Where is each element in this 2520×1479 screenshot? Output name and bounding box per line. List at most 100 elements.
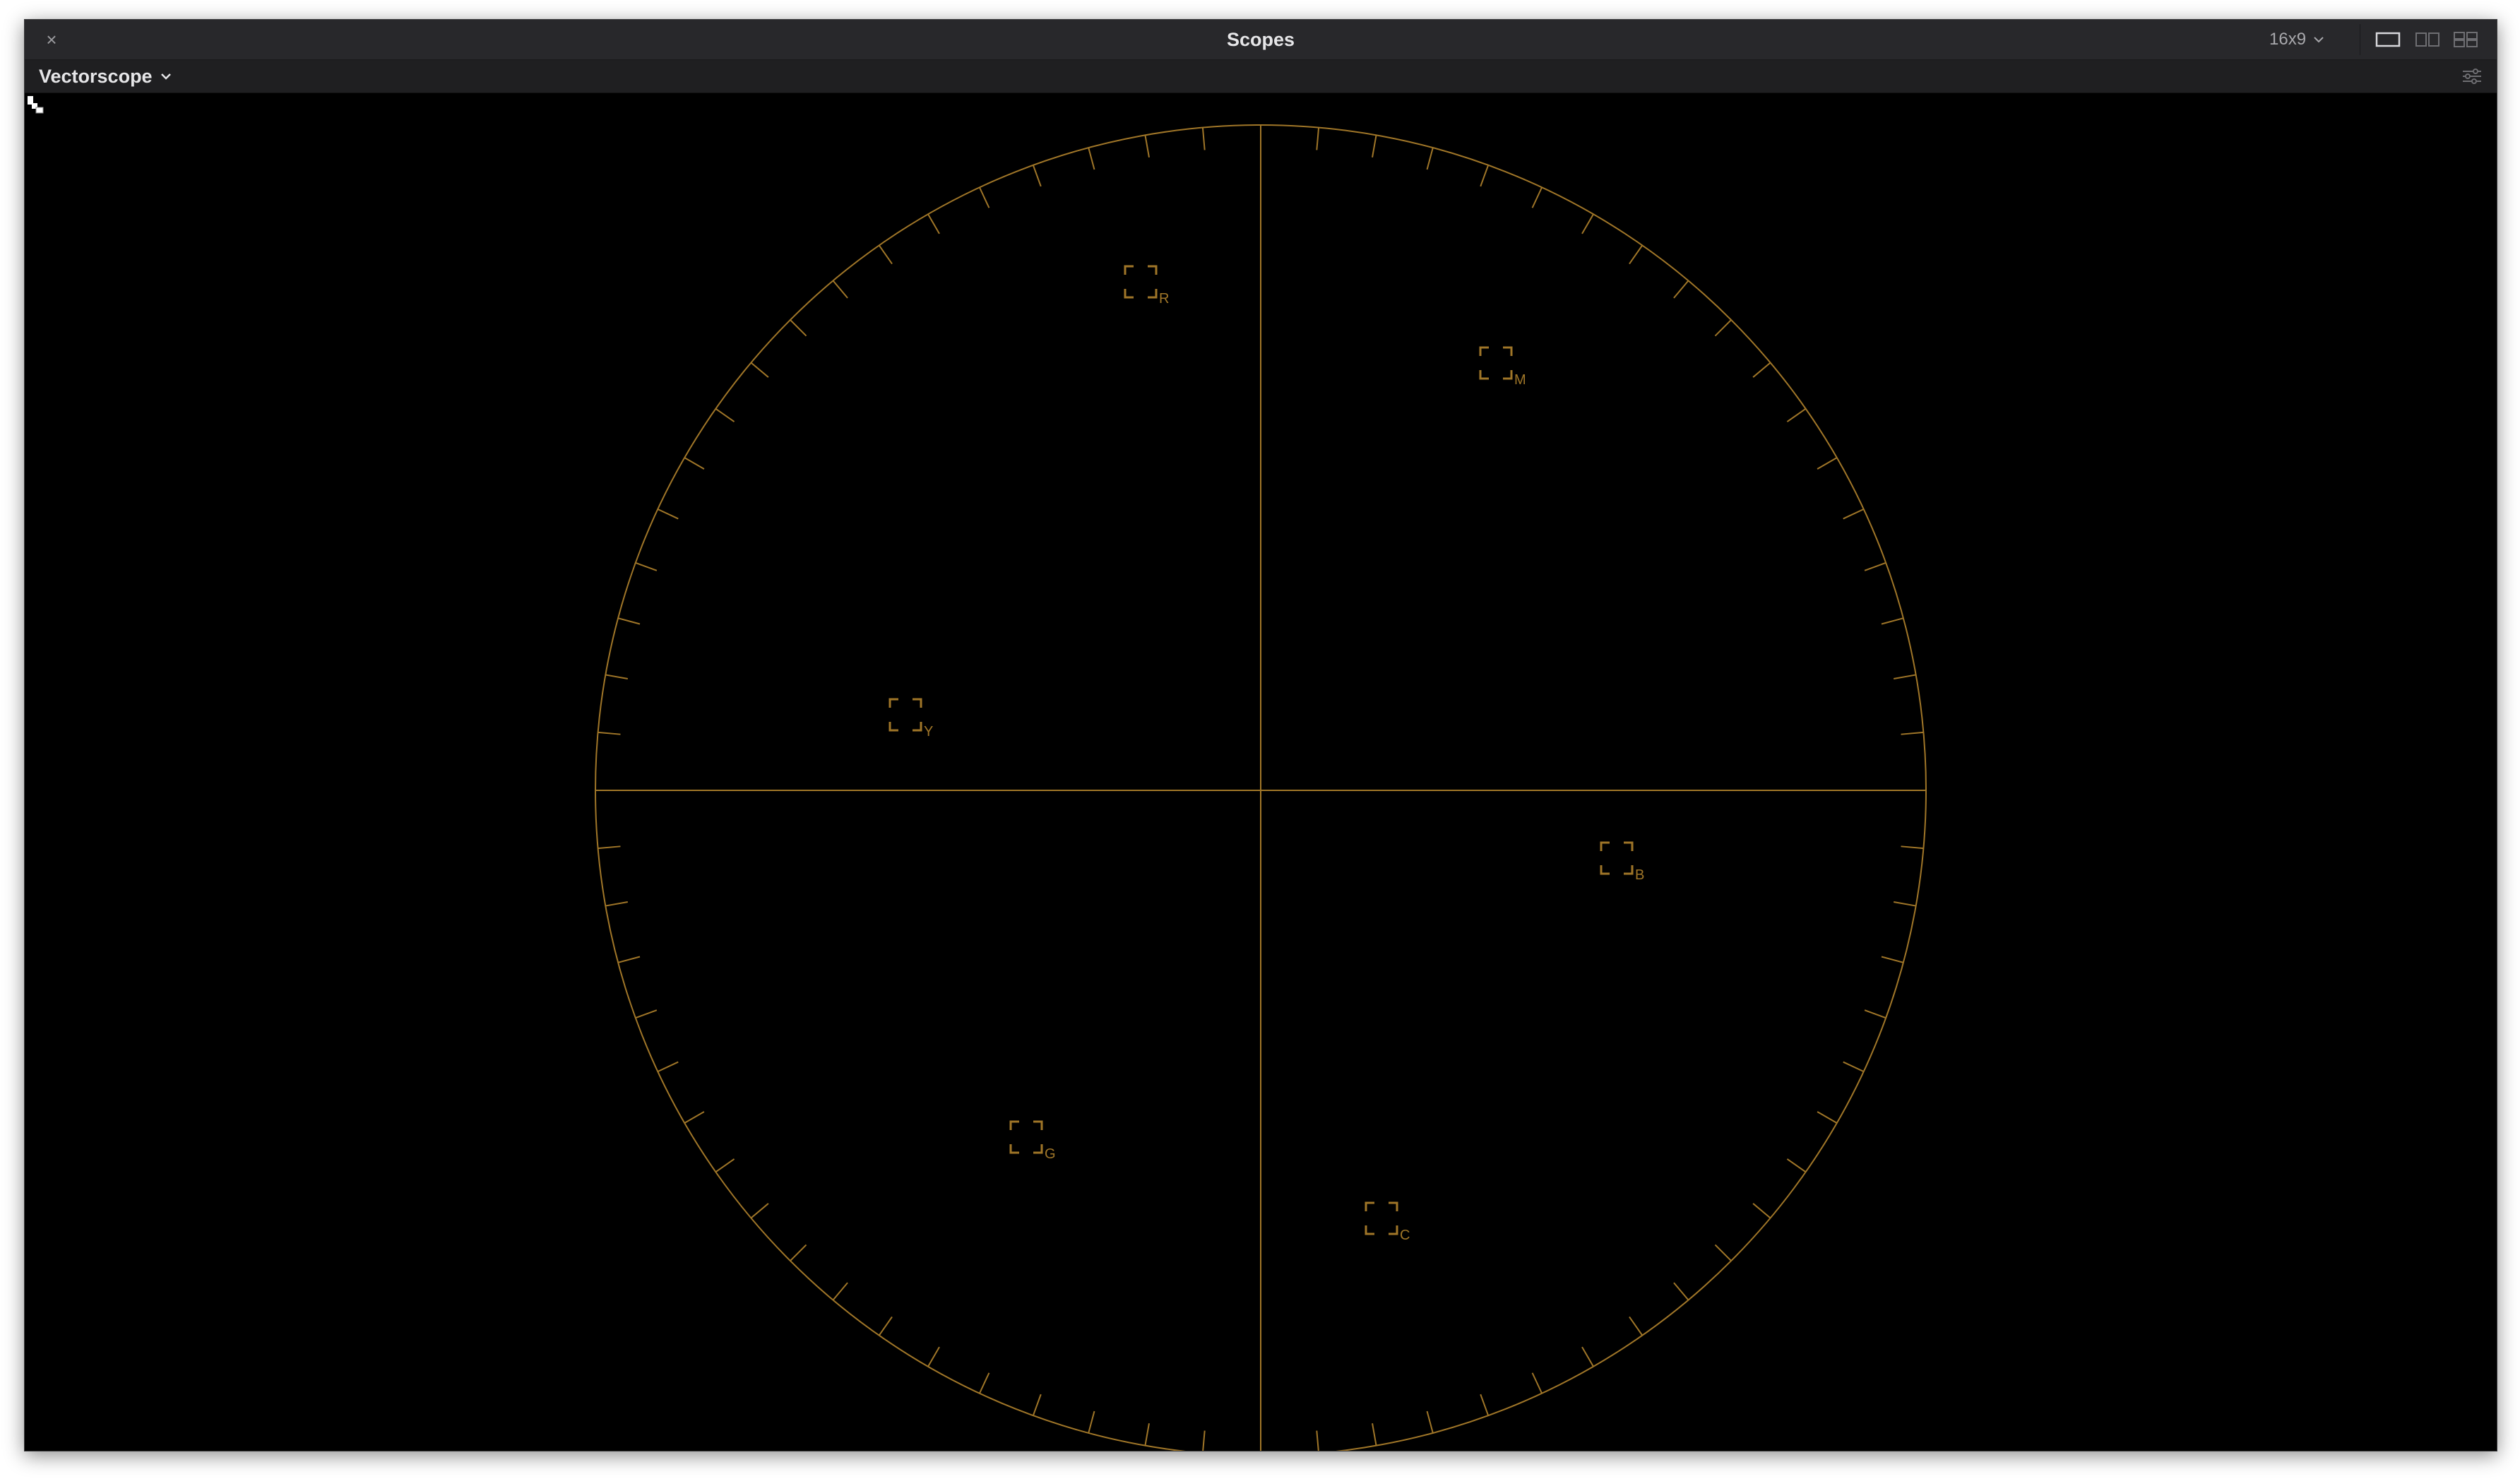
dual-view-button[interactable] <box>2413 31 2442 48</box>
graticule-tick <box>1901 731 1924 735</box>
graticule-tick <box>1881 956 1904 963</box>
graticule-tick <box>715 1158 735 1173</box>
chevron-down-icon <box>2314 37 2324 43</box>
vectorscope-graticule: R M B C G Y <box>595 124 1927 1451</box>
target-bracket <box>1033 1144 1043 1154</box>
graticule-tick <box>1864 1009 1886 1019</box>
target-bracket <box>1600 865 1610 875</box>
graticule-tick <box>1581 213 1594 234</box>
graticule-tick <box>1032 165 1042 187</box>
graticule-tick <box>1629 244 1644 265</box>
graticule-tick <box>715 408 735 422</box>
graticule-tick <box>684 1111 705 1124</box>
graticule-tick <box>1629 1316 1644 1336</box>
graticule-tick <box>1581 1346 1594 1367</box>
target-label: M <box>1514 372 1526 388</box>
graticule-tick <box>978 1372 990 1394</box>
graticule-tick <box>927 213 940 234</box>
graticule-tick <box>1786 1158 1807 1173</box>
target-label: Y <box>924 724 933 740</box>
graticule-tick <box>750 1203 769 1219</box>
single-view-button[interactable] <box>2374 31 2402 48</box>
graticule-tick <box>1088 147 1095 170</box>
graticule-tick <box>1817 457 1838 470</box>
graticule-tick <box>790 1244 807 1261</box>
graticule-tick <box>1144 1423 1150 1446</box>
graticule-tick <box>657 1061 679 1073</box>
target-bracket <box>1033 1120 1043 1130</box>
graticule-tick <box>878 1316 893 1336</box>
close-icon: × <box>46 29 57 50</box>
graticule-tick <box>605 901 628 907</box>
target-bracket <box>1624 865 1634 875</box>
target-bracket <box>1389 1201 1398 1211</box>
target-bracket <box>1148 265 1158 275</box>
target-bracket <box>1124 289 1134 299</box>
graticule-tick <box>1894 901 1916 907</box>
graticule-tick <box>878 244 893 265</box>
scope-type-dropdown[interactable]: Vectorscope <box>39 60 172 93</box>
sliders-icon <box>2463 69 2481 84</box>
target-bracket <box>1479 346 1489 356</box>
color-target-c: C <box>1365 1201 1410 1243</box>
close-button[interactable]: × <box>42 30 61 49</box>
target-bracket <box>888 722 898 732</box>
scopes-window: × Scopes 16x9 Vectorscope R M B C G Y <box>24 19 2497 1451</box>
graticule-tick <box>1752 362 1771 378</box>
graticule-tick <box>1531 1372 1543 1394</box>
target-bracket <box>1503 346 1513 356</box>
graticule-tick <box>978 186 990 208</box>
graticule-tick <box>1843 1061 1865 1073</box>
target-bracket <box>1009 1120 1019 1130</box>
graticule-tick <box>1714 1244 1732 1261</box>
graticule-tick <box>1426 147 1434 170</box>
graticule-tick <box>1673 280 1689 299</box>
target-label: B <box>1635 867 1644 883</box>
target-label: G <box>1045 1146 1056 1162</box>
target-bracket <box>1389 1225 1398 1235</box>
target-bracket <box>888 698 898 708</box>
vectorscope-display[interactable]: R M B C G Y <box>25 93 2497 1451</box>
quad-view-button[interactable] <box>2451 31 2480 48</box>
graticule-tick <box>617 617 641 625</box>
graticule-tick <box>1864 562 1886 571</box>
target-bracket <box>1009 1144 1019 1154</box>
graticule-tick <box>1881 617 1904 625</box>
quad-view-icon <box>2454 32 2478 47</box>
graticule-tick <box>790 319 807 337</box>
target-bracket <box>1624 841 1634 851</box>
graticule-tick <box>1032 1394 1042 1416</box>
graticule-tick <box>750 362 769 378</box>
target-bracket <box>913 722 922 732</box>
graticule-tick <box>1372 135 1377 158</box>
graticule-tick <box>1316 127 1320 150</box>
target-bracket <box>1365 1201 1374 1211</box>
color-target-y: Y <box>888 698 933 740</box>
graticule-tick <box>1480 165 1490 187</box>
aspect-ratio-dropdown[interactable]: 16x9 <box>2269 27 2324 52</box>
target-bracket <box>1124 265 1134 275</box>
graticule-tick <box>832 1282 848 1301</box>
color-target-b: B <box>1600 841 1644 883</box>
target-bracket <box>1503 370 1513 380</box>
target-bracket <box>1479 370 1489 380</box>
target-bracket <box>1365 1225 1374 1235</box>
graticule-tick <box>1817 1111 1838 1124</box>
graticule-tick <box>684 457 705 470</box>
graticule-tick <box>1673 1282 1689 1301</box>
graticule-tick <box>1901 845 1924 850</box>
graticule-tick <box>598 845 621 850</box>
graticule-tick <box>617 956 641 963</box>
scope-settings-button[interactable] <box>2460 66 2484 87</box>
target-bracket <box>913 698 922 708</box>
graticule-tick <box>1786 408 1807 422</box>
graticule-tick <box>635 562 658 571</box>
graticule-tick <box>1531 186 1543 208</box>
single-view-icon <box>2375 32 2401 47</box>
target-bracket <box>1600 841 1610 851</box>
aspect-ratio-label: 16x9 <box>2269 30 2307 49</box>
graticule-tick <box>598 731 621 735</box>
graticule-tick <box>1202 1430 1206 1451</box>
graticule-tick <box>605 674 628 679</box>
graticule-tick <box>1894 674 1916 679</box>
